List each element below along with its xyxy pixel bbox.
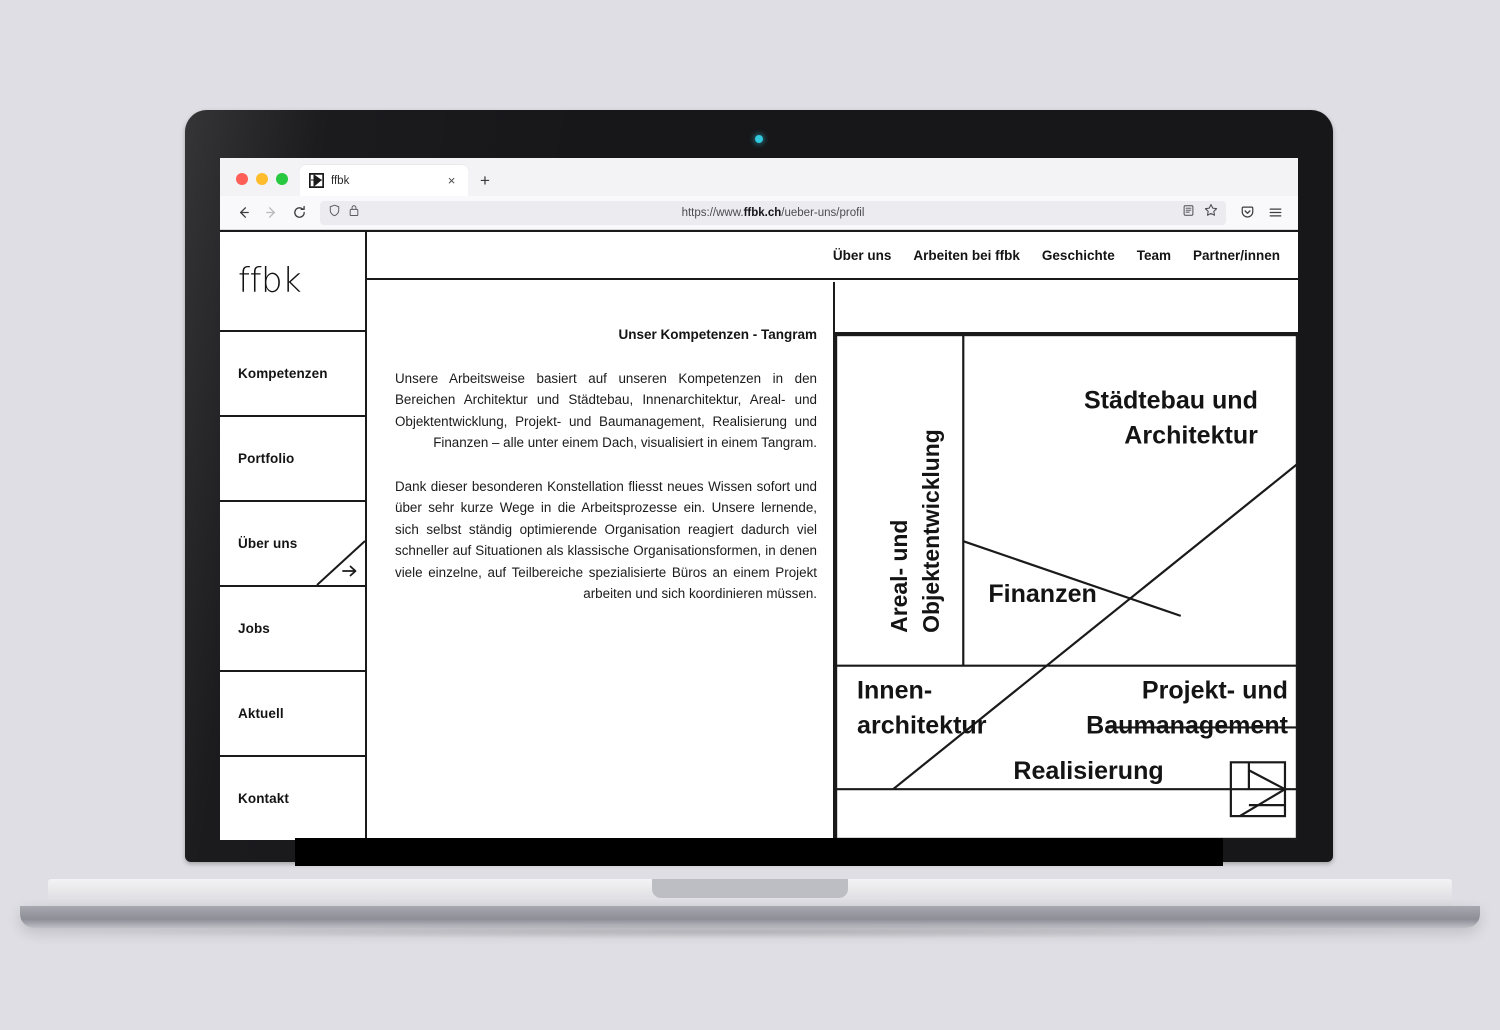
tangram-label-staedtebau-line2: Architektur [1124, 422, 1258, 450]
close-window-button[interactable] [236, 173, 248, 185]
sidebar-item-label: Portfolio [238, 451, 295, 466]
tangram-column: Areal- und Objektentwicklung Städtebau u… [835, 282, 1298, 840]
reader-mode-icon[interactable] [1182, 204, 1195, 222]
address-bar[interactable]: https://www.ffbk.ch/ueber-uns/profil [320, 200, 1226, 225]
tangram-label-projekt-line2: Baumanagement [1086, 711, 1288, 739]
paragraph-1: Unsere Arbeitsweise basiert auf unseren … [395, 371, 817, 451]
bookmark-star-icon[interactable] [1204, 203, 1218, 222]
tangram-label-staedtebau: Städtebau und [1084, 387, 1258, 415]
tangram-label-innen: Innen- [857, 677, 932, 705]
tangram-label-finanzen: Finanzen [988, 580, 1097, 608]
address-bar-actions [1182, 203, 1218, 222]
tangram-diagram: Areal- und Objektentwicklung Städtebau u… [835, 334, 1298, 840]
browser-tab[interactable]: ffbk × [300, 165, 468, 196]
section-kicker: Unser Kompetenzen - Tangram [618, 327, 817, 342]
webcam-indicator-icon [755, 135, 763, 143]
sidebar-item-portfolio[interactable]: Portfolio [220, 417, 365, 502]
topnav-item-arbeiten-bei-ffbk[interactable]: Arbeiten bei ffbk [913, 248, 1020, 263]
new-tab-button[interactable]: + [468, 172, 502, 196]
topnav-item-partner-innen[interactable]: Partner/innen [1193, 248, 1280, 263]
tangram-label-areal-line2: Objektentwicklung [918, 429, 944, 633]
laptop-shadow [60, 925, 1440, 939]
reload-button[interactable] [286, 201, 312, 225]
text-column: Unser Kompetenzen - Tangram Unsere Arbei… [367, 282, 835, 840]
browser-toolbar: https://www.ffbk.ch/ueber-uns/profil [220, 196, 1298, 230]
site-logo-text: ffbk [238, 261, 302, 301]
sidebar-item-label: Kontakt [238, 791, 289, 806]
tab-close-icon[interactable]: × [444, 174, 459, 187]
browser-window: ffbk × + https://www.ffbk.ch/ueber-uns/p… [220, 158, 1298, 840]
topnav-item-ueber-uns[interactable]: Über uns [833, 248, 892, 263]
lock-icon[interactable] [348, 204, 360, 222]
tab-title: ffbk [331, 174, 350, 187]
tangram-label-realisierung: Realisierung [1013, 757, 1163, 785]
website-viewport: ffbk Kompetenzen Portfolio Über uns Jobs… [220, 230, 1298, 840]
forward-button[interactable] [258, 201, 284, 225]
site-logo[interactable]: ffbk [220, 232, 365, 332]
url-text: https://www.ffbk.ch/ueber-uns/profil [681, 206, 865, 219]
sidebar-item-label: Über uns [238, 536, 298, 551]
laptop-base-notch [652, 879, 848, 898]
minimize-window-button[interactable] [256, 173, 268, 185]
maximize-window-button[interactable] [276, 173, 288, 185]
tangram-label-innen-line2: architektur [857, 711, 987, 739]
laptop-lid: ffbk × + https://www.ffbk.ch/ueber-uns/p… [185, 110, 1333, 866]
site-main: Unser Kompetenzen - Tangram Unsere Arbei… [367, 230, 1298, 840]
pocket-icon[interactable] [1234, 201, 1260, 225]
ffbk-tangram-mark [1229, 761, 1287, 818]
active-arrow-icon [293, 537, 365, 585]
sidebar-item-jobs[interactable]: Jobs [220, 587, 365, 672]
ffbk-tangram-favicon [309, 173, 324, 188]
paragraph-2: Dank dieser besonderen Konstellation fli… [395, 478, 817, 601]
shield-icon[interactable] [328, 204, 341, 222]
sidebar-item-aktuell[interactable]: Aktuell [220, 672, 365, 757]
topnav-item-geschichte[interactable]: Geschichte [1042, 248, 1115, 263]
sidebar-item-kompetenzen[interactable]: Kompetenzen [220, 332, 365, 417]
tangram-top-strip [835, 282, 1298, 334]
topnav-item-team[interactable]: Team [1137, 248, 1171, 263]
site-topnav: Über uns Arbeiten bei ffbk Geschichte Te… [367, 230, 1298, 280]
lid-bottom-edge [295, 838, 1223, 866]
back-button[interactable] [230, 201, 256, 225]
site-sidebar: ffbk Kompetenzen Portfolio Über uns Jobs… [220, 230, 367, 840]
sidebar-item-ueber-uns[interactable]: Über uns [220, 502, 365, 587]
tangram-label-projekt: Projekt- und [1142, 677, 1288, 705]
menu-hamburger-icon[interactable] [1262, 201, 1288, 225]
screen: ffbk × + https://www.ffbk.ch/ueber-uns/p… [220, 158, 1298, 840]
sidebar-item-kontakt[interactable]: Kontakt [220, 757, 365, 840]
sidebar-item-label: Jobs [238, 621, 270, 636]
laptop-mockup: ffbk × + https://www.ffbk.ch/ueber-uns/p… [0, 0, 1500, 1030]
sidebar-item-label: Kompetenzen [238, 366, 328, 381]
tangram-label-areal: Areal- und [886, 520, 912, 633]
browser-tabstrip: ffbk × + [220, 158, 1298, 196]
window-controls[interactable] [226, 173, 300, 196]
sidebar-item-label: Aktuell [238, 706, 284, 721]
